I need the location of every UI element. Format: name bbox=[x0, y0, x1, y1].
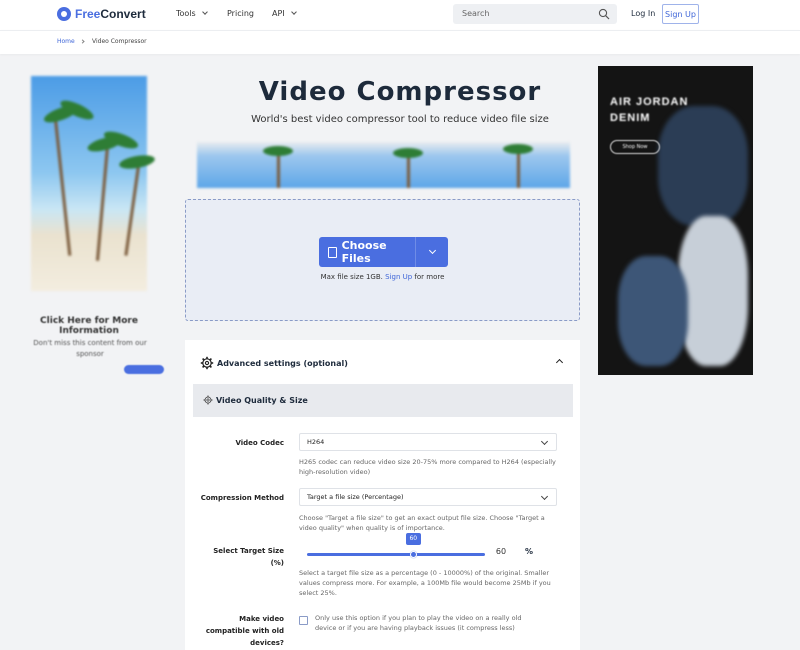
chevron-right-icon bbox=[80, 39, 85, 44]
gear-icon bbox=[200, 356, 214, 370]
logo-text-free: Free bbox=[75, 7, 101, 21]
choose-files-button[interactable]: Choose Files bbox=[319, 237, 448, 267]
login-link[interactable]: Log In bbox=[631, 9, 655, 18]
ad-cta-button[interactable] bbox=[124, 365, 164, 374]
compression-method-value: Target a file size (Percentage) bbox=[307, 493, 404, 501]
chevron-down-icon bbox=[540, 437, 549, 446]
compression-method-help: Choose "Target a file size" to get an ex… bbox=[299, 514, 545, 532]
page-subtitle: World's best video compressor tool to re… bbox=[251, 114, 549, 125]
max-size-suffix: for more bbox=[414, 273, 445, 281]
search-input[interactable]: Search bbox=[453, 4, 617, 24]
section-title: Video Quality & Size bbox=[216, 395, 308, 405]
nav-pricing-label: Pricing bbox=[227, 9, 254, 18]
target-size-input[interactable]: 60 bbox=[490, 547, 512, 556]
search-placeholder: Search bbox=[462, 9, 490, 18]
choose-files-main[interactable]: Choose Files bbox=[319, 237, 416, 267]
video-codec-value: H264 bbox=[307, 438, 325, 446]
logo-icon bbox=[57, 7, 71, 21]
nav-tools-label: Tools bbox=[176, 9, 196, 18]
max-size-text: Max file size 1GB. bbox=[320, 273, 383, 281]
nav-tools[interactable]: Tools bbox=[176, 9, 208, 18]
video-codec-label: Video Codec bbox=[235, 439, 284, 447]
nav-api[interactable]: API bbox=[272, 9, 297, 18]
compat-label-line3: devices? bbox=[250, 639, 284, 647]
upload-dropzone[interactable]: Choose Files Max file size 1GB. Sign Up … bbox=[185, 199, 580, 321]
site-header: FreeConvert Tools Pricing API Search Log… bbox=[0, 0, 800, 30]
target-size-slider[interactable]: 60 bbox=[307, 533, 485, 558]
ad-figure-shape bbox=[678, 216, 748, 366]
video-codec-help: H265 codec can reduce video size 20-75% … bbox=[299, 458, 556, 476]
target-size-unit: % bbox=[525, 547, 534, 556]
slider-value-bubble: 60 bbox=[405, 533, 421, 545]
ad-headline-1: AIR JORDAN bbox=[610, 96, 689, 108]
right-ad[interactable]: AIR JORDAN DENIM Shop Now bbox=[598, 66, 753, 375]
signup-link[interactable]: Sign Up bbox=[385, 273, 412, 281]
nav-api-label: API bbox=[272, 9, 285, 18]
chevron-down-icon bbox=[540, 492, 549, 501]
left-ad[interactable]: Click Here for More Information Don't mi… bbox=[12, 66, 166, 378]
logo-text: FreeConvert bbox=[75, 7, 146, 21]
compression-method-label: Compression Method bbox=[200, 494, 284, 502]
target-size-label-line2: (%) bbox=[270, 559, 284, 567]
logo-text-convert: Convert bbox=[100, 7, 146, 21]
upload-source-dropdown[interactable] bbox=[416, 237, 448, 267]
video-codec-select[interactable]: H264 bbox=[299, 433, 557, 451]
chevron-down-icon bbox=[201, 9, 208, 15]
ad-headline-2: DENIM bbox=[610, 112, 651, 124]
advanced-settings-title: Advanced settings (optional) bbox=[217, 358, 348, 368]
compat-label-line2: compatible with old bbox=[205, 627, 284, 635]
max-file-size-note: Max file size 1GB. Sign Up for more bbox=[186, 273, 579, 281]
slider-handle[interactable] bbox=[409, 551, 417, 558]
compat-label: Make video compatible with old devices? bbox=[200, 613, 284, 649]
choose-files-label: Choose Files bbox=[341, 239, 387, 265]
compat-checkbox[interactable] bbox=[299, 616, 308, 625]
chevron-down-icon bbox=[290, 9, 297, 15]
target-size-label-line1: Select Target Size bbox=[213, 547, 284, 555]
compat-label-line1: Make video bbox=[239, 615, 284, 623]
advanced-settings-panel: Advanced settings (optional) Video Quali… bbox=[185, 340, 580, 650]
logo[interactable]: FreeConvert bbox=[57, 7, 146, 21]
breadcrumb-current: Video Compressor bbox=[92, 38, 147, 45]
ad-figure-shape bbox=[658, 106, 748, 226]
ad-subtitle: Don't miss this content from our sponsor bbox=[33, 339, 147, 358]
banner-ad[interactable] bbox=[197, 142, 570, 188]
section-header: Video Quality & Size bbox=[193, 384, 573, 417]
settings-icon bbox=[203, 395, 213, 405]
advanced-settings-toggle[interactable]: Advanced settings (optional) bbox=[200, 356, 348, 370]
ad-figure-shape bbox=[618, 256, 688, 366]
breadcrumb-home-link[interactable]: Home bbox=[57, 38, 75, 45]
page-title: Video Compressor bbox=[258, 77, 542, 107]
search-icon[interactable] bbox=[598, 8, 610, 20]
file-icon bbox=[328, 246, 337, 258]
target-size-help: Select a target file size as a percentag… bbox=[299, 569, 551, 597]
compat-help: Only use this option if you plan to play… bbox=[315, 614, 522, 632]
nav-pricing[interactable]: Pricing bbox=[227, 9, 254, 18]
breadcrumb: Home Video Compressor bbox=[0, 30, 800, 54]
compression-method-select[interactable]: Target a file size (Percentage) bbox=[299, 488, 557, 506]
ad-shop-button[interactable]: Shop Now bbox=[610, 140, 660, 154]
signup-button[interactable]: Sign Up bbox=[662, 4, 699, 24]
chevron-down-icon bbox=[428, 246, 436, 255]
target-size-label: Select Target Size (%) bbox=[205, 545, 284, 569]
ad-title: Click Here for More Information bbox=[40, 316, 138, 336]
chevron-up-icon[interactable] bbox=[555, 358, 564, 367]
ad-beach-image bbox=[31, 76, 156, 291]
